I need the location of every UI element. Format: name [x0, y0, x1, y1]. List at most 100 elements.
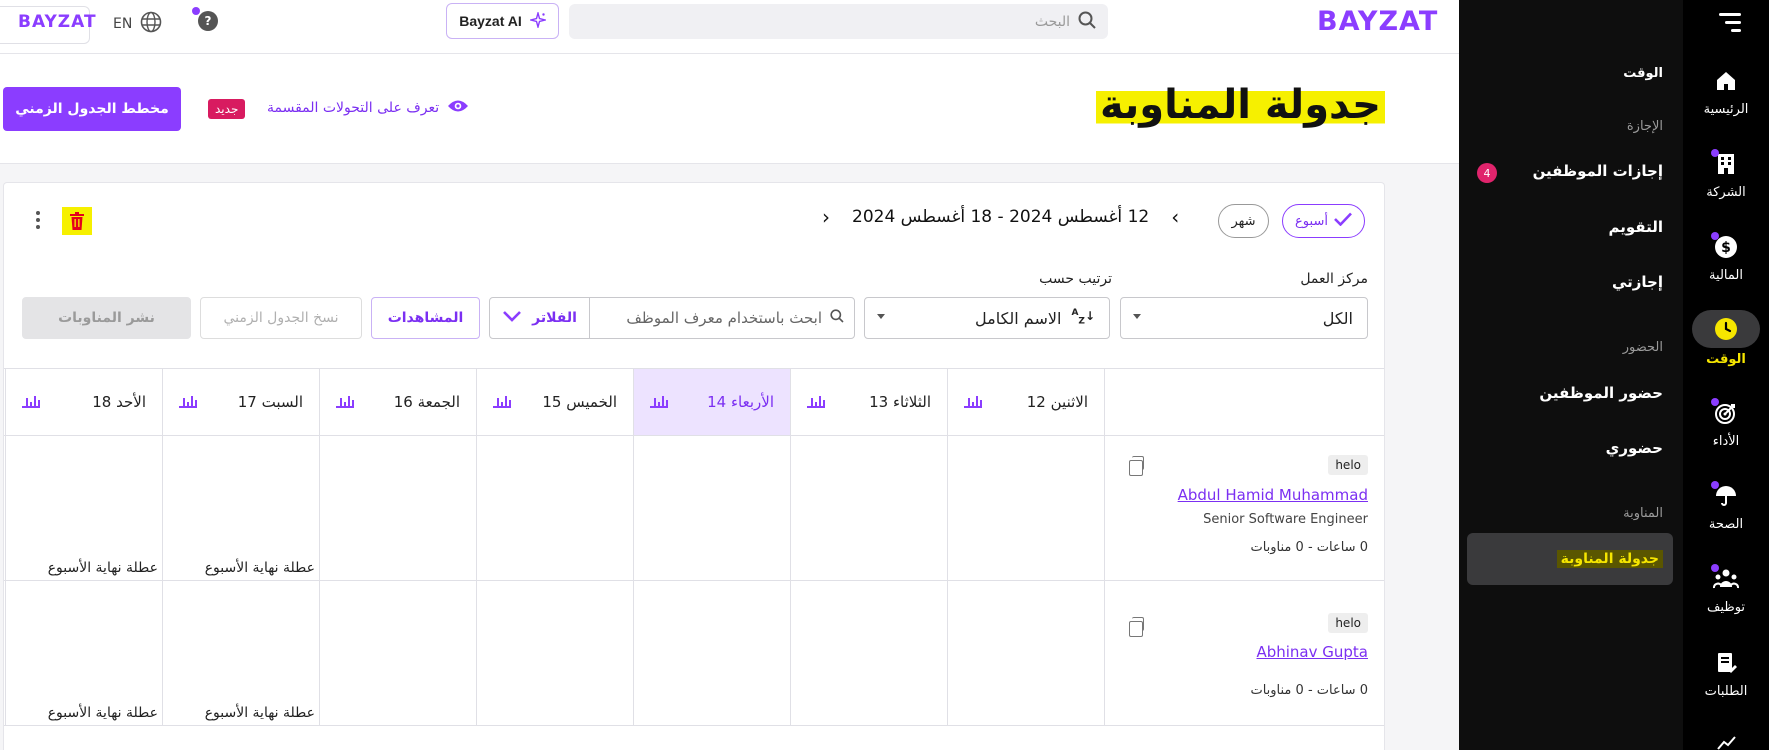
bayzat-ai-button[interactable]: Bayzat AI [446, 3, 559, 39]
day-label: الثلاثاء 13 [869, 393, 931, 411]
table-row: helo Abhinav Gupta 0 ساعات - 0 مناوبات ع… [4, 581, 1384, 726]
day-label: الاثنين 12 [1026, 393, 1088, 411]
rail-item-home[interactable]: الرئيسية [1683, 64, 1769, 117]
day-label: الجمعة 16 [393, 393, 460, 411]
employee-cell: helo Abdul Hamid Muhammad Senior Softwar… [1104, 436, 1384, 580]
subnav-item-shift-scheduling[interactable]: جدولة المناوبة [1467, 533, 1673, 585]
employee-column-header [1104, 369, 1384, 435]
rail-item-performance[interactable]: الأداء [1683, 396, 1769, 449]
rail-item-requests[interactable]: الطلبات [1683, 646, 1769, 699]
copy-schedule-button[interactable]: نسخ الجدول الزمني [200, 297, 362, 339]
shift-cell[interactable]: عطلة نهاية الأسبوع [162, 436, 319, 580]
employee-search-input[interactable] [592, 309, 822, 327]
filters-button[interactable]: الفلاتر [490, 298, 590, 338]
day-header-3[interactable]: الأربعاء 14 [633, 369, 790, 435]
shift-cell[interactable] [476, 436, 633, 580]
icon-rail: الرئيسية الشركة $ المالية الوقت الأداء ا… [1683, 0, 1769, 750]
day-label: الأحد 18 [92, 393, 146, 411]
rail-item-company[interactable]: الشركة [1683, 147, 1769, 200]
shift-cell[interactable] [947, 436, 1104, 580]
svg-text:$: $ [1721, 240, 1731, 256]
rail-item-time[interactable]: الوقت [1683, 310, 1769, 367]
bar-chart-icon[interactable] [22, 396, 40, 408]
subnav-item-my-leave[interactable]: إجازتي [1612, 273, 1663, 291]
shift-cell[interactable]: عطلة نهاية الأسبوع [5, 436, 162, 580]
subnav-item-employee-attendance[interactable]: حضور الموظفين [1539, 384, 1663, 402]
bar-chart-icon[interactable] [493, 396, 511, 408]
language-switch[interactable]: EN [113, 11, 162, 37]
subnav-item-calendar[interactable]: التقويم [1609, 218, 1664, 236]
global-search[interactable] [569, 4, 1108, 39]
shift-cell[interactable] [476, 581, 633, 725]
rail-item-recruitment[interactable]: توظيف [1683, 562, 1769, 615]
trash-icon[interactable] [62, 207, 92, 235]
learn-split-shifts-link[interactable]: تعرف على التحولات المقسمة [267, 98, 469, 118]
month-view-toggle[interactable]: شهر [1218, 204, 1269, 238]
bar-chart-icon[interactable] [964, 396, 982, 408]
shift-cell[interactable]: عطلة نهاية الأسبوع [162, 581, 319, 725]
views-button[interactable]: المشاهدات [371, 297, 480, 339]
week-view-toggle[interactable]: أسبوع [1282, 204, 1365, 238]
target-icon [1709, 396, 1743, 430]
shift-cell[interactable] [633, 436, 790, 580]
shift-cell[interactable] [947, 581, 1104, 725]
day-header-2[interactable]: الثلاثاء 13 [790, 369, 947, 435]
notification-dot [1711, 398, 1719, 406]
bar-chart-icon[interactable] [807, 396, 825, 408]
leave-count-badge: 4 [1477, 163, 1497, 183]
page-header: جدولة المناوبة مخطط الجدول الزمني جديد ت… [0, 54, 1459, 164]
hamburger-menu-icon[interactable] [1711, 10, 1741, 34]
work-center-select[interactable]: الكل [1120, 297, 1368, 339]
notification-dot [1711, 149, 1719, 157]
notification-dot [1711, 564, 1719, 572]
shift-cell[interactable] [790, 436, 947, 580]
next-week-chevron-icon[interactable]: › [1171, 205, 1179, 229]
bar-chart-icon[interactable] [179, 396, 197, 408]
more-options-icon[interactable] [36, 211, 42, 229]
day-header-7[interactable]: الأحد 18 [5, 369, 162, 435]
weekend-label: عطلة نهاية الأسبوع [204, 560, 315, 576]
copy-icon[interactable] [1129, 617, 1144, 637]
subnav-item-employee-leaves[interactable]: إجازات الموظفين [1533, 162, 1663, 180]
employee-cell: helo Abhinav Gupta 0 ساعات - 0 مناوبات [1104, 581, 1384, 725]
employee-name-link[interactable]: Abdul Hamid Muhammad [1178, 486, 1368, 504]
analytics-icon[interactable] [1717, 734, 1737, 750]
employee-tag: helo [1328, 455, 1368, 475]
day-header-4[interactable]: الخميس 15 [476, 369, 633, 435]
day-header-1[interactable]: الاثنين 12 [947, 369, 1104, 435]
day-header-5[interactable]: الجمعة 16 [319, 369, 476, 435]
publish-shifts-button[interactable]: نشر المناوبات [22, 297, 191, 339]
shift-cell[interactable] [633, 581, 790, 725]
timeline-planner-button[interactable]: مخطط الجدول الزمني [3, 87, 181, 131]
rail-item-finance[interactable]: $ المالية [1683, 230, 1769, 283]
shift-cell[interactable] [790, 581, 947, 725]
app-root: الرئيسية الشركة $ المالية الوقت الأداء ا… [0, 0, 1769, 750]
day-label: الخميس 15 [542, 393, 617, 411]
employee-name-link[interactable]: Abhinav Gupta [1256, 643, 1368, 661]
section-attendance: الحضور [1622, 340, 1663, 355]
global-search-input[interactable] [590, 13, 1070, 30]
umbrella-icon [1709, 479, 1743, 513]
bar-chart-icon[interactable] [336, 396, 354, 408]
schedule-card: › 12 أغسطس 2024 - 18 أغسطس 2024 ‹ شهر أس… [3, 182, 1385, 750]
table-row: helo Abdul Hamid Muhammad Senior Softwar… [4, 436, 1384, 581]
date-range-nav: › 12 أغسطس 2024 - 18 أغسطس 2024 ‹ [822, 205, 1179, 229]
bayzat-logo[interactable]: BAYZAT [1317, 6, 1438, 37]
dollar-icon: $ [1709, 230, 1743, 264]
subnav-item-my-attendance[interactable]: حضوري [1606, 439, 1663, 457]
shift-cell[interactable] [319, 436, 476, 580]
notification-dot [1711, 232, 1719, 240]
shift-cell[interactable] [319, 581, 476, 725]
help-icon[interactable]: ? [192, 7, 218, 31]
employee-search-field[interactable] [590, 298, 854, 338]
copy-icon[interactable] [1129, 456, 1144, 476]
shift-cell[interactable]: عطلة نهاية الأسبوع [5, 581, 162, 725]
rail-item-health[interactable]: الصحة [1683, 479, 1769, 532]
home-icon [1709, 64, 1743, 98]
bayzat-logo-small[interactable]: BAYZAT [18, 12, 97, 32]
day-header-6[interactable]: السبت 17 [162, 369, 319, 435]
bar-chart-icon[interactable] [650, 396, 668, 408]
sort-by-select[interactable]: ↓AZ الاسم الكامل [864, 297, 1110, 339]
prev-week-chevron-icon[interactable]: ‹ [822, 205, 830, 229]
chevron-down-icon [877, 314, 885, 319]
